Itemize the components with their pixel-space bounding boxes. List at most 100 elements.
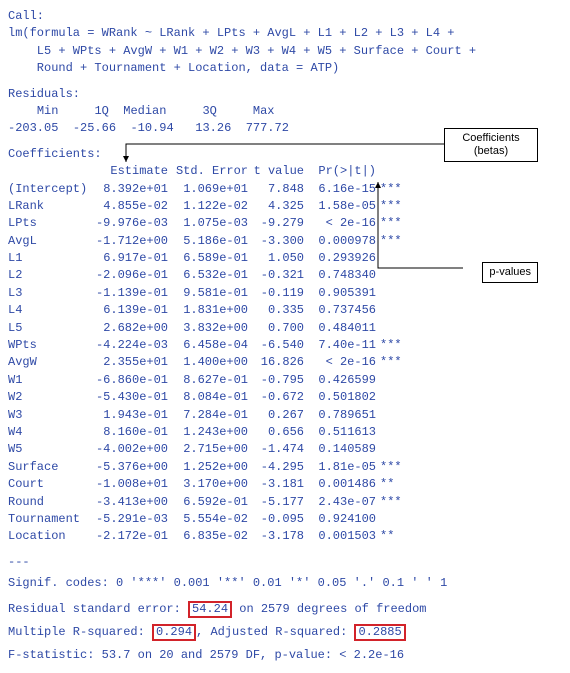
coef-estimate: -2.172e-01 <box>88 528 168 545</box>
coef-stderror: 1.075e-03 <box>168 215 248 232</box>
table-row: L46.139e-011.831e+000.3350.737456 <box>8 302 562 319</box>
coef-estimate: -1.712e+00 <box>88 233 168 250</box>
coef-sig: ** <box>376 528 412 545</box>
table-row: W2-5.430e-018.084e-01-0.6720.501802 <box>8 389 562 406</box>
coef-name: W4 <box>8 424 88 441</box>
coef-stderror: 6.532e-01 <box>168 267 248 284</box>
coef-tvalue: 0.700 <box>248 320 304 337</box>
table-row: L2-2.096e-016.532e-01-0.3210.748340 <box>8 267 562 284</box>
coef-pvalue: 0.905391 <box>304 285 376 302</box>
call-formula-3: Round + Tournament + Location, data = AT… <box>8 60 562 77</box>
coef-name: Round <box>8 494 88 511</box>
coef-name: L5 <box>8 320 88 337</box>
coef-tvalue: -9.279 <box>248 215 304 232</box>
coef-name: L1 <box>8 250 88 267</box>
coef-stderror: 1.069e+01 <box>168 181 248 198</box>
coef-name: L2 <box>8 267 88 284</box>
coef-tvalue: -1.474 <box>248 441 304 458</box>
coef-tvalue: 0.267 <box>248 407 304 424</box>
coef-estimate: -5.291e-03 <box>88 511 168 528</box>
coef-estimate: -1.139e-01 <box>88 285 168 302</box>
coef-pvalue: 0.789651 <box>304 407 376 424</box>
coef-stderror: 6.589e-01 <box>168 250 248 267</box>
coef-name: L4 <box>8 302 88 319</box>
table-row: Tournament-5.291e-035.554e-02-0.0950.924… <box>8 511 562 528</box>
coef-sig <box>376 285 412 302</box>
coef-estimate: 2.682e+00 <box>88 320 168 337</box>
coef-pvalue: 0.511613 <box>304 424 376 441</box>
coef-estimate: -4.002e+00 <box>88 441 168 458</box>
coef-pvalue: 0.426599 <box>304 372 376 389</box>
coef-sig: *** <box>376 198 412 215</box>
coef-name: W1 <box>8 372 88 389</box>
table-row: L3-1.139e-019.581e-01-0.1190.905391 <box>8 285 562 302</box>
coef-tvalue: 0.335 <box>248 302 304 319</box>
r-squared-line: Multiple R-squared: 0.294, Adjusted R-sq… <box>8 624 562 641</box>
coef-sig <box>376 372 412 389</box>
coef-estimate: 6.139e-01 <box>88 302 168 319</box>
call-formula-1: lm(formula = WRank ~ LRank + LPts + AvgL… <box>8 25 562 42</box>
coef-sig: *** <box>376 459 412 476</box>
table-row: Round-3.413e+006.592e-01-5.1772.43e-07**… <box>8 494 562 511</box>
coef-tvalue: -0.095 <box>248 511 304 528</box>
coef-estimate: -4.224e-03 <box>88 337 168 354</box>
coefficients-header-row: Estimate Std. Error t value Pr(>|t|) <box>8 163 562 180</box>
coef-pvalue: 0.501802 <box>304 389 376 406</box>
coef-stderror: 5.554e-02 <box>168 511 248 528</box>
coef-tvalue: 7.848 <box>248 181 304 198</box>
annotation-coefficients: Coefficients (betas) <box>444 128 538 162</box>
coefficients-table: Estimate Std. Error t value Pr(>|t|) (In… <box>8 163 562 546</box>
coef-estimate: -1.008e+01 <box>88 476 168 493</box>
coef-name: WPts <box>8 337 88 354</box>
coef-sig <box>376 441 412 458</box>
table-row: L16.917e-016.589e-011.0500.293926 <box>8 250 562 267</box>
coef-pvalue: 2.43e-07 <box>304 494 376 511</box>
coef-stderror: 9.581e-01 <box>168 285 248 302</box>
coef-name: Tournament <box>8 511 88 528</box>
residuals-title: Residuals: <box>8 86 562 103</box>
coef-stderror: 1.243e+00 <box>168 424 248 441</box>
coef-sig: *** <box>376 354 412 371</box>
coef-stderror: 1.122e-02 <box>168 198 248 215</box>
coef-pvalue: 1.81e-05 <box>304 459 376 476</box>
coef-tvalue: -3.181 <box>248 476 304 493</box>
coef-stderror: 3.170e+00 <box>168 476 248 493</box>
coef-pvalue: 0.748340 <box>304 267 376 284</box>
annotation-pvalues: p-values <box>482 262 538 283</box>
coef-pvalue: 0.924100 <box>304 511 376 528</box>
table-row: W48.160e-011.243e+000.6560.511613 <box>8 424 562 441</box>
coef-estimate: 6.917e-01 <box>88 250 168 267</box>
coef-tvalue: -6.540 <box>248 337 304 354</box>
coef-sig: *** <box>376 181 412 198</box>
coef-sig: *** <box>376 494 412 511</box>
coef-stderror: 1.831e+00 <box>168 302 248 319</box>
coef-sig <box>376 267 412 284</box>
col-estimate: Estimate <box>88 163 168 180</box>
coef-estimate: 8.392e+01 <box>88 181 168 198</box>
coef-tvalue: -3.178 <box>248 528 304 545</box>
coef-stderror: 3.832e+00 <box>168 320 248 337</box>
coef-estimate: -9.976e-03 <box>88 215 168 232</box>
coef-stderror: 6.592e-01 <box>168 494 248 511</box>
coef-estimate: 4.855e-02 <box>88 198 168 215</box>
col-tvalue: t value <box>248 163 304 180</box>
coef-stderror: 6.835e-02 <box>168 528 248 545</box>
table-row: W31.943e-017.284e-010.2670.789651 <box>8 407 562 424</box>
coef-pvalue: 0.000978 <box>304 233 376 250</box>
table-row: LPts-9.976e-031.075e-03-9.279< 2e-16*** <box>8 215 562 232</box>
table-row: W5-4.002e+002.715e+00-1.4740.140589 <box>8 441 562 458</box>
coef-tvalue: -3.300 <box>248 233 304 250</box>
table-row: AvgW2.355e+011.400e+0016.826< 2e-16*** <box>8 354 562 371</box>
coef-stderror: 2.715e+00 <box>168 441 248 458</box>
residual-std-error-line: Residual standard error: 54.24 on 2579 d… <box>8 601 562 618</box>
footer-block: Residual standard error: 54.24 on 2579 d… <box>8 601 562 665</box>
residuals-headers: Min 1Q Median 3Q Max <box>8 103 562 120</box>
coef-estimate: -2.096e-01 <box>88 267 168 284</box>
coef-pvalue: 0.737456 <box>304 302 376 319</box>
coef-stderror: 8.627e-01 <box>168 372 248 389</box>
coef-tvalue: 0.656 <box>248 424 304 441</box>
coef-estimate: -5.430e-01 <box>88 389 168 406</box>
coef-stderror: 5.186e-01 <box>168 233 248 250</box>
coef-name: LRank <box>8 198 88 215</box>
coef-sig: *** <box>376 233 412 250</box>
